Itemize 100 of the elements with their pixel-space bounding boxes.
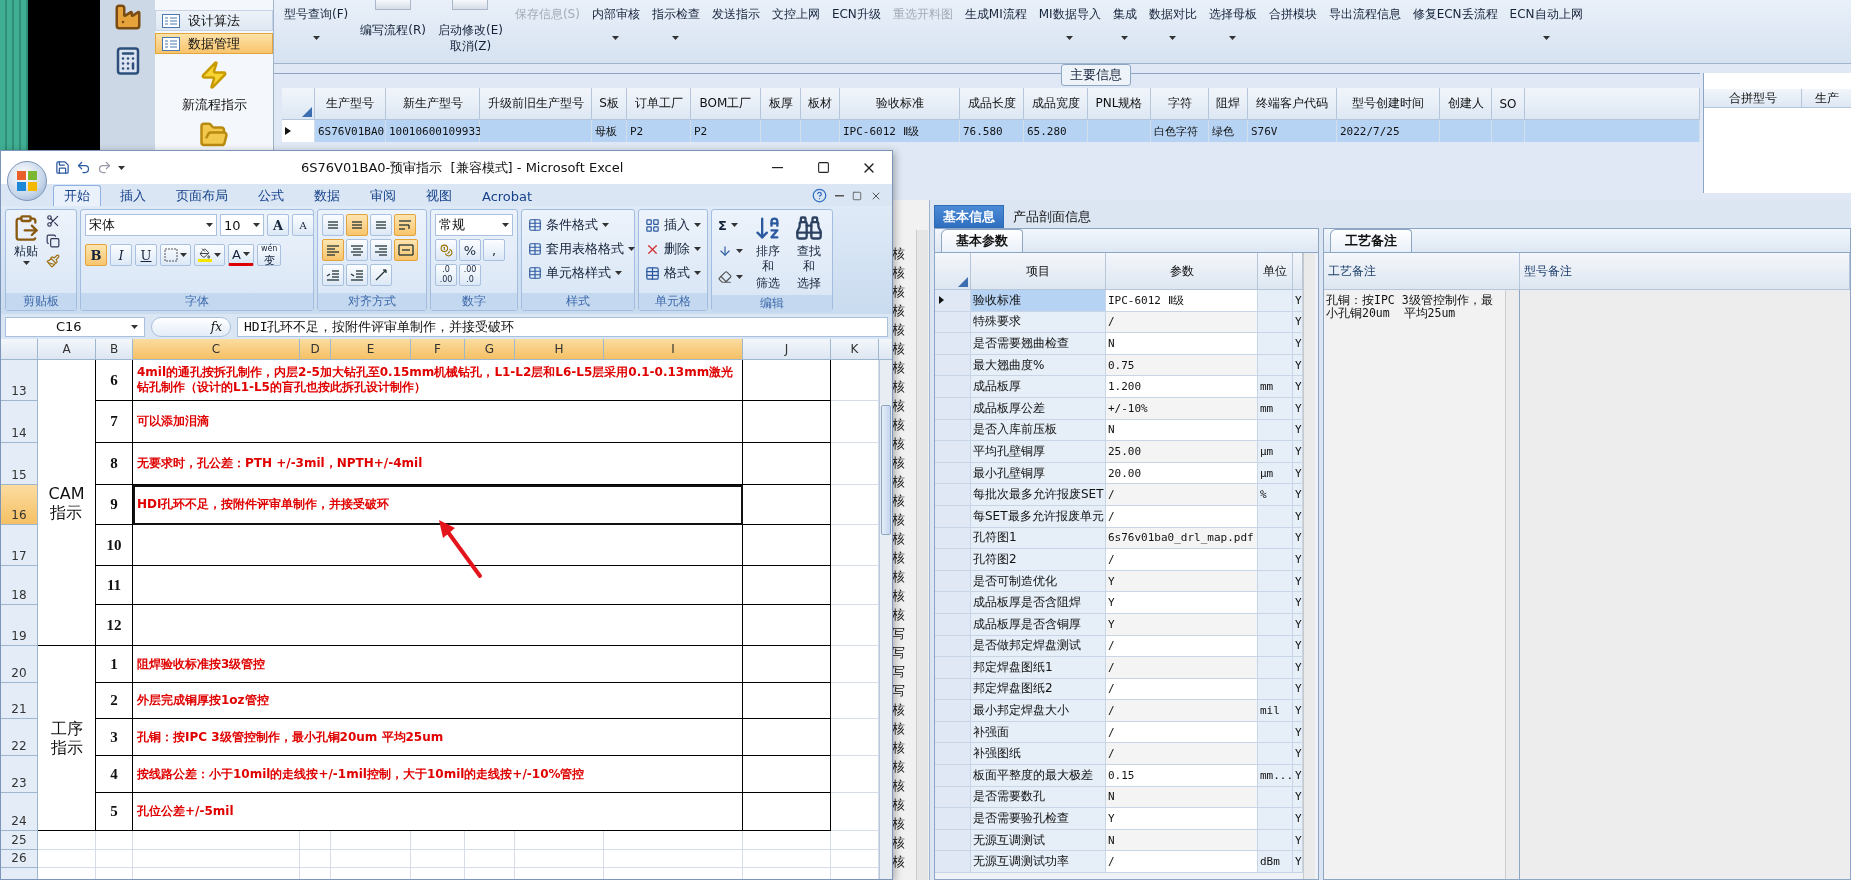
- vertical-scrollbar[interactable]: [879, 360, 892, 879]
- font-color-button[interactable]: A: [228, 244, 254, 266]
- editing-button[interactable]: 排序和 筛选: [749, 214, 787, 291]
- column-header[interactable]: 板厚: [761, 88, 801, 120]
- styles-menu-button[interactable]: 条件格式: [526, 214, 637, 236]
- column-header[interactable]: E: [331, 339, 411, 360]
- shrink-font-button[interactable]: A: [292, 214, 314, 236]
- column-header[interactable]: 合拼型号: [1704, 89, 1802, 108]
- styles-menu-button[interactable]: 单元格样式: [526, 262, 637, 284]
- alignment-button[interactable]: [370, 214, 392, 236]
- number-style-button[interactable]: %: [459, 239, 481, 261]
- toolbar-button[interactable]: ECN自动上网: [1509, 0, 1583, 64]
- row-header[interactable]: 13: [1, 360, 38, 401]
- cut-icon[interactable]: [46, 214, 60, 228]
- ribbon-tab[interactable]: Acrobat: [471, 185, 544, 206]
- ribbon-tab[interactable]: 插入: [109, 185, 157, 206]
- minimize-icon[interactable]: [835, 194, 844, 197]
- row-header[interactable]: 25: [1, 831, 38, 850]
- toolbar-button[interactable]: 集成: [1112, 0, 1137, 64]
- name-box[interactable]: C16: [5, 316, 145, 337]
- panel-tab[interactable]: 基本参数: [941, 229, 1023, 252]
- number-format-field[interactable]: 常规: [435, 214, 513, 236]
- column-header[interactable]: 订单工厂: [627, 88, 691, 120]
- ribbon-tab[interactable]: 数据: [303, 185, 351, 206]
- panel-tab[interactable]: 工艺备注: [1330, 229, 1412, 252]
- restore-icon[interactable]: [852, 190, 862, 201]
- save-icon[interactable]: [55, 160, 70, 175]
- alignment-button[interactable]: [394, 214, 416, 236]
- editing-button[interactable]: 查找和 选择: [790, 214, 828, 291]
- vertical-scrollbar[interactable]: [916, 230, 928, 880]
- row-header[interactable]: 24: [1, 793, 38, 831]
- alignment-button[interactable]: [370, 239, 392, 261]
- toolbar-button[interactable]: 内部审核: [591, 0, 640, 64]
- grow-font-button[interactable]: A: [267, 214, 289, 236]
- column-header[interactable]: 阻焊: [1209, 88, 1248, 120]
- column-header[interactable]: 板材: [801, 88, 840, 120]
- column-header[interactable]: H: [515, 339, 604, 360]
- row-header[interactable]: 22: [1, 719, 38, 756]
- detail-tab[interactable]: 基本信息: [934, 205, 1004, 228]
- toolbar-button[interactable]: 型号查询(F): [284, 0, 349, 64]
- ribbon-tab[interactable]: 审阅: [359, 185, 407, 206]
- row-header[interactable]: 20: [1, 646, 38, 683]
- toolbar-button[interactable]: MI数据导入: [1038, 0, 1101, 64]
- scroll-thumb[interactable]: [881, 405, 891, 535]
- font-name-field[interactable]: 宋体: [85, 214, 217, 236]
- column-header[interactable]: 单位: [1258, 253, 1293, 290]
- row-header[interactable]: 26: [1, 850, 38, 868]
- alignment-button[interactable]: [394, 239, 418, 261]
- column-header[interactable]: 项目: [971, 253, 1106, 290]
- column-header[interactable]: 型号创建时间: [1337, 88, 1440, 120]
- row-header[interactable]: 17: [1, 525, 38, 566]
- cells-menu-button[interactable]: 格式: [643, 262, 703, 284]
- toolbar-button[interactable]: 启动修改(E) 取消(Z): [437, 0, 503, 64]
- alignment-button[interactable]: [346, 264, 368, 286]
- column-header[interactable]: 型号备注: [1520, 253, 1850, 290]
- column-header[interactable]: D: [300, 339, 331, 360]
- format-painter-icon[interactable]: [46, 254, 60, 268]
- shortcut-label[interactable]: 新流程指示: [181, 96, 247, 114]
- toolbar-button[interactable]: 选择母板: [1208, 0, 1257, 64]
- column-header[interactable]: S板: [592, 88, 627, 120]
- redo-icon[interactable]: [97, 160, 112, 175]
- font-style-button[interactable]: I: [110, 244, 132, 266]
- number-style-button[interactable]: ,: [483, 239, 505, 261]
- column-header[interactable]: SO: [1492, 88, 1525, 120]
- copy-icon[interactable]: [46, 234, 60, 248]
- column-header[interactable]: 生产: [1802, 89, 1851, 108]
- toolbar-button[interactable]: 文控上网: [771, 0, 820, 64]
- column-header[interactable]: B: [96, 339, 133, 360]
- toolbar-button[interactable]: 合拼模块: [1268, 0, 1317, 64]
- cells-menu-button[interactable]: 删除: [643, 238, 703, 260]
- font-style-button[interactable]: B: [85, 244, 107, 266]
- column-header[interactable]: 生产型号: [315, 88, 386, 120]
- vertical-scrollbar[interactable]: [1303, 253, 1315, 879]
- ribbon-tab[interactable]: 视图: [415, 185, 463, 206]
- fill-color-button[interactable]: [194, 244, 225, 266]
- cells-menu-button[interactable]: 插入: [643, 214, 703, 236]
- column-header[interactable]: G: [465, 339, 515, 360]
- decimal-button[interactable]: .0 .00: [435, 264, 457, 286]
- row-header[interactable]: 19: [1, 605, 38, 646]
- column-header[interactable]: A: [38, 339, 96, 360]
- column-header[interactable]: K: [831, 339, 879, 360]
- paste-button[interactable]: 粘贴: [10, 214, 42, 289]
- toolbar-button[interactable]: 发送指示: [711, 0, 760, 64]
- formula-field[interactable]: HDI孔环不足，按附件评审单制作，并接受破环: [237, 316, 888, 337]
- column-header[interactable]: BOM工厂: [691, 88, 761, 120]
- row-header[interactable]: 18: [1, 566, 38, 605]
- ribbon-tab[interactable]: 页面布局: [165, 185, 239, 206]
- toolbar-button[interactable]: 数据对比: [1148, 0, 1197, 64]
- column-header[interactable]: J: [743, 339, 831, 360]
- font-size-field[interactable]: 10: [220, 214, 264, 236]
- nav-item[interactable]: 数据管理: [155, 33, 273, 54]
- alignment-button[interactable]: [322, 239, 344, 261]
- nav-item[interactable]: 设计算法: [155, 10, 273, 31]
- alignment-button[interactable]: [322, 214, 344, 236]
- styles-menu-button[interactable]: 套用表格格式: [526, 238, 637, 260]
- column-header[interactable]: 成品宽度: [1024, 88, 1088, 120]
- row-header[interactable]: 23: [1, 756, 38, 793]
- toolbar-button[interactable]: 编写流程(R): [360, 0, 426, 64]
- insert-function-button[interactable]: fx: [151, 316, 231, 337]
- row-header[interactable]: 15: [1, 443, 38, 485]
